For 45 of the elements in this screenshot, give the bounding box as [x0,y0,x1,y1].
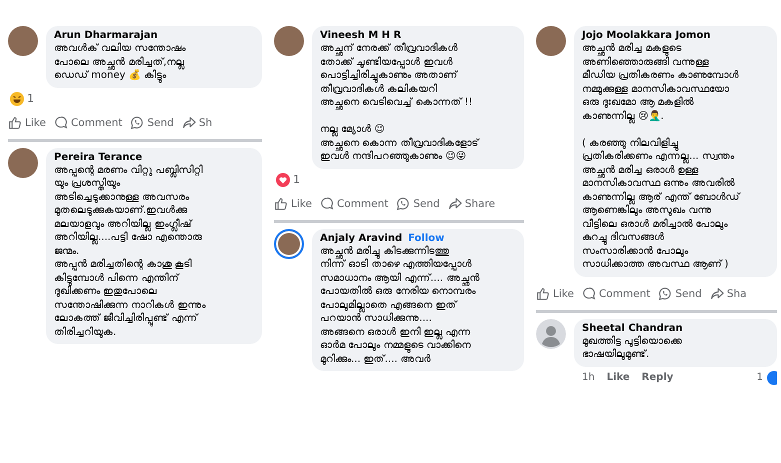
comment-text: അച്ഛൻ മരിച്ചു കിടക്കുന്നിടത്തു നിന്ന് ഓടി താഴെ എത്തിയപ്പോൾ സമാധാനം ആയി എന്ന്.... അച്ഛൻ പോയതിൽ ഒരു നേരിയ നൊമ്പരം പോലുമില്ലാതെ എങ്ങനെ ഇത് പറയാൻ സാധിക്കുന്നു.... അങ്ങനെ ഒരാൾ ഇനി ഇല്ല എന്ന ഓർമ പോലും നമ്മളുടെ വാക്കിനെ മുറിക്കും... ഇത്.... അവർ [320,244,480,366]
comment-action-link[interactable]: Reply [642,372,674,383]
reaction-count: 1 [293,173,300,186]
chat-phone-icon [130,116,144,130]
author-name[interactable]: Sheetal Chandran [582,322,683,334]
comment-time: 1h [582,372,595,383]
like-button[interactable]: Like [8,116,46,130]
send-button[interactable]: Send [396,196,440,210]
author-name[interactable]: Anjaly Aravind [320,232,402,244]
reaction-count: 1 [27,92,34,105]
comment-text: അച്ഛന് നേരക്ക് തീവ്രവാദികൾ തോക്ക് ചൂണ്ടിയപ്പോൾ ഇവൾ പൊട്ടിച്ചിരിച്ചുകാണും അതാണ് തീവ്രവാദികൾ കലികയറി അച്ഛനെ വെടിവെച്ച് കൊന്നത് !! നല്ല മ്യോൾ 😉 അച്ഛനെ കൊന്ന തീവ്രവാദികളോട് ഇവൾ നന്ദിപറഞ്ഞുകാണും 😉😜 [320,42,480,164]
send-button[interactable]: Send [130,116,174,130]
reaction-count: 1 [756,372,763,383]
thumbs-up-icon [536,286,550,300]
laughing-emoji-icon [10,92,24,106]
comment-icon [582,286,596,300]
follow-link[interactable]: Follow [408,232,444,244]
thumbs-up-icon [8,116,22,130]
comment-action-link[interactable]: Like [606,372,630,383]
comment-text: അപ്പന്റെ മരണം വിറ്റു പബ്ലിസിറ്റി യും പ്രശസ്തിയും അടിച്ചെടുക്കാനുള്ള അവസരം മുതലെടുക്കുകയാണ്.ഇവൾക്കു മലയാളവും അറിയില്ല ഇംഗ്ലീഷ് അറിയില്ല....പട്ടി ഷോ എന്തൊരു ജന്മം. അപ്പൻ മരിച്ചതിന്റെ കാശു കൂടി കിട്ടുമ്പോൾ പിന്നെ എന്തിന് ദുഖിക്കണം ഇതുപോലെ സന്തോഷിക്കുന്ന നാറികൾ ഇന്നും ലോകത്ത് ജീവിച്ചിരിപ്പുണ്ട് എന്ന് തിരിച്ചറിയുക. [54,164,207,339]
share-arrow-icon [182,116,196,130]
thumbs-up-icon [274,196,288,210]
share-button[interactable]: Sh [182,116,212,130]
comment-text: അവൾക് വലിയ സന്തോഷം പോലെ അച്ഛൻ മരിച്ചത്,നല്ല ഡെഡ് money 💰 കിട്ടും [54,42,187,82]
share-arrow-icon [448,196,462,210]
like-button[interactable]: Like [274,196,312,210]
chat-phone-icon [658,286,672,300]
share-button[interactable]: Share [448,196,496,210]
author-name[interactable]: Arun Dharmarajan [54,30,158,41]
comment-icon [320,196,334,210]
chat-phone-icon [396,196,410,210]
like-button[interactable]: Like [536,286,574,300]
comment-text: അച്ഛൻ മരിച്ച മകളുടെ അണിഞ്ഞൊരുങ്ങി വന്നുള്ള മീഡിയ പ്രതികരണം കാണുമ്പോൾ നമ്മുക്കുള്ള മാനസികാവസ്ഥയോ ഒരു ദുഃഖമോ ആ മകളിൽ കാണുന്നില്ല 😢🤦‍♂. ( കരഞ്ഞു നിലവിളിച്ചു പ്രതികരിക്കണം എന്നല്ല... സ്വന്തം അച്ഛൻ മരിച്ച ഒരാൾ ഉള്ള മാനസികാവസ്ഥ ഒന്നും അവരിൽ കാണുന്നില്ല ആര് എന്ത് ബോൾഡ് ആണെങ്കിലും അസുഖം വന്നു വീട്ടിലെ ഒരാൾ മരിച്ചാൽ പോലും കുറച്ചു ദിവസങ്ങൾ സംസാരിക്കാൻ പോലും സാധിക്കാത്ത അവസ്ഥ ആണ് ) [582,42,742,272]
author-name[interactable]: Pereira Terance [54,152,142,162]
author-name[interactable]: Vineesh M H R [320,30,402,41]
comment-text: മുഖത്തിട്ട പുട്ടിയൊക്കെ ഭാഷയിലുമുണ്ട്. [582,334,684,362]
like-reaction-icon [767,370,777,384]
comment-button[interactable]: Comment [320,196,388,210]
share-arrow-icon [710,286,724,300]
comment-button[interactable]: Comment [54,116,122,130]
comment-icon [54,116,68,130]
send-button[interactable]: Send [658,286,702,300]
author-name[interactable]: Jojo Moolakkara Jomon [582,30,710,41]
comment-button[interactable]: Comment [582,286,650,300]
share-button[interactable]: Sha [710,286,747,300]
